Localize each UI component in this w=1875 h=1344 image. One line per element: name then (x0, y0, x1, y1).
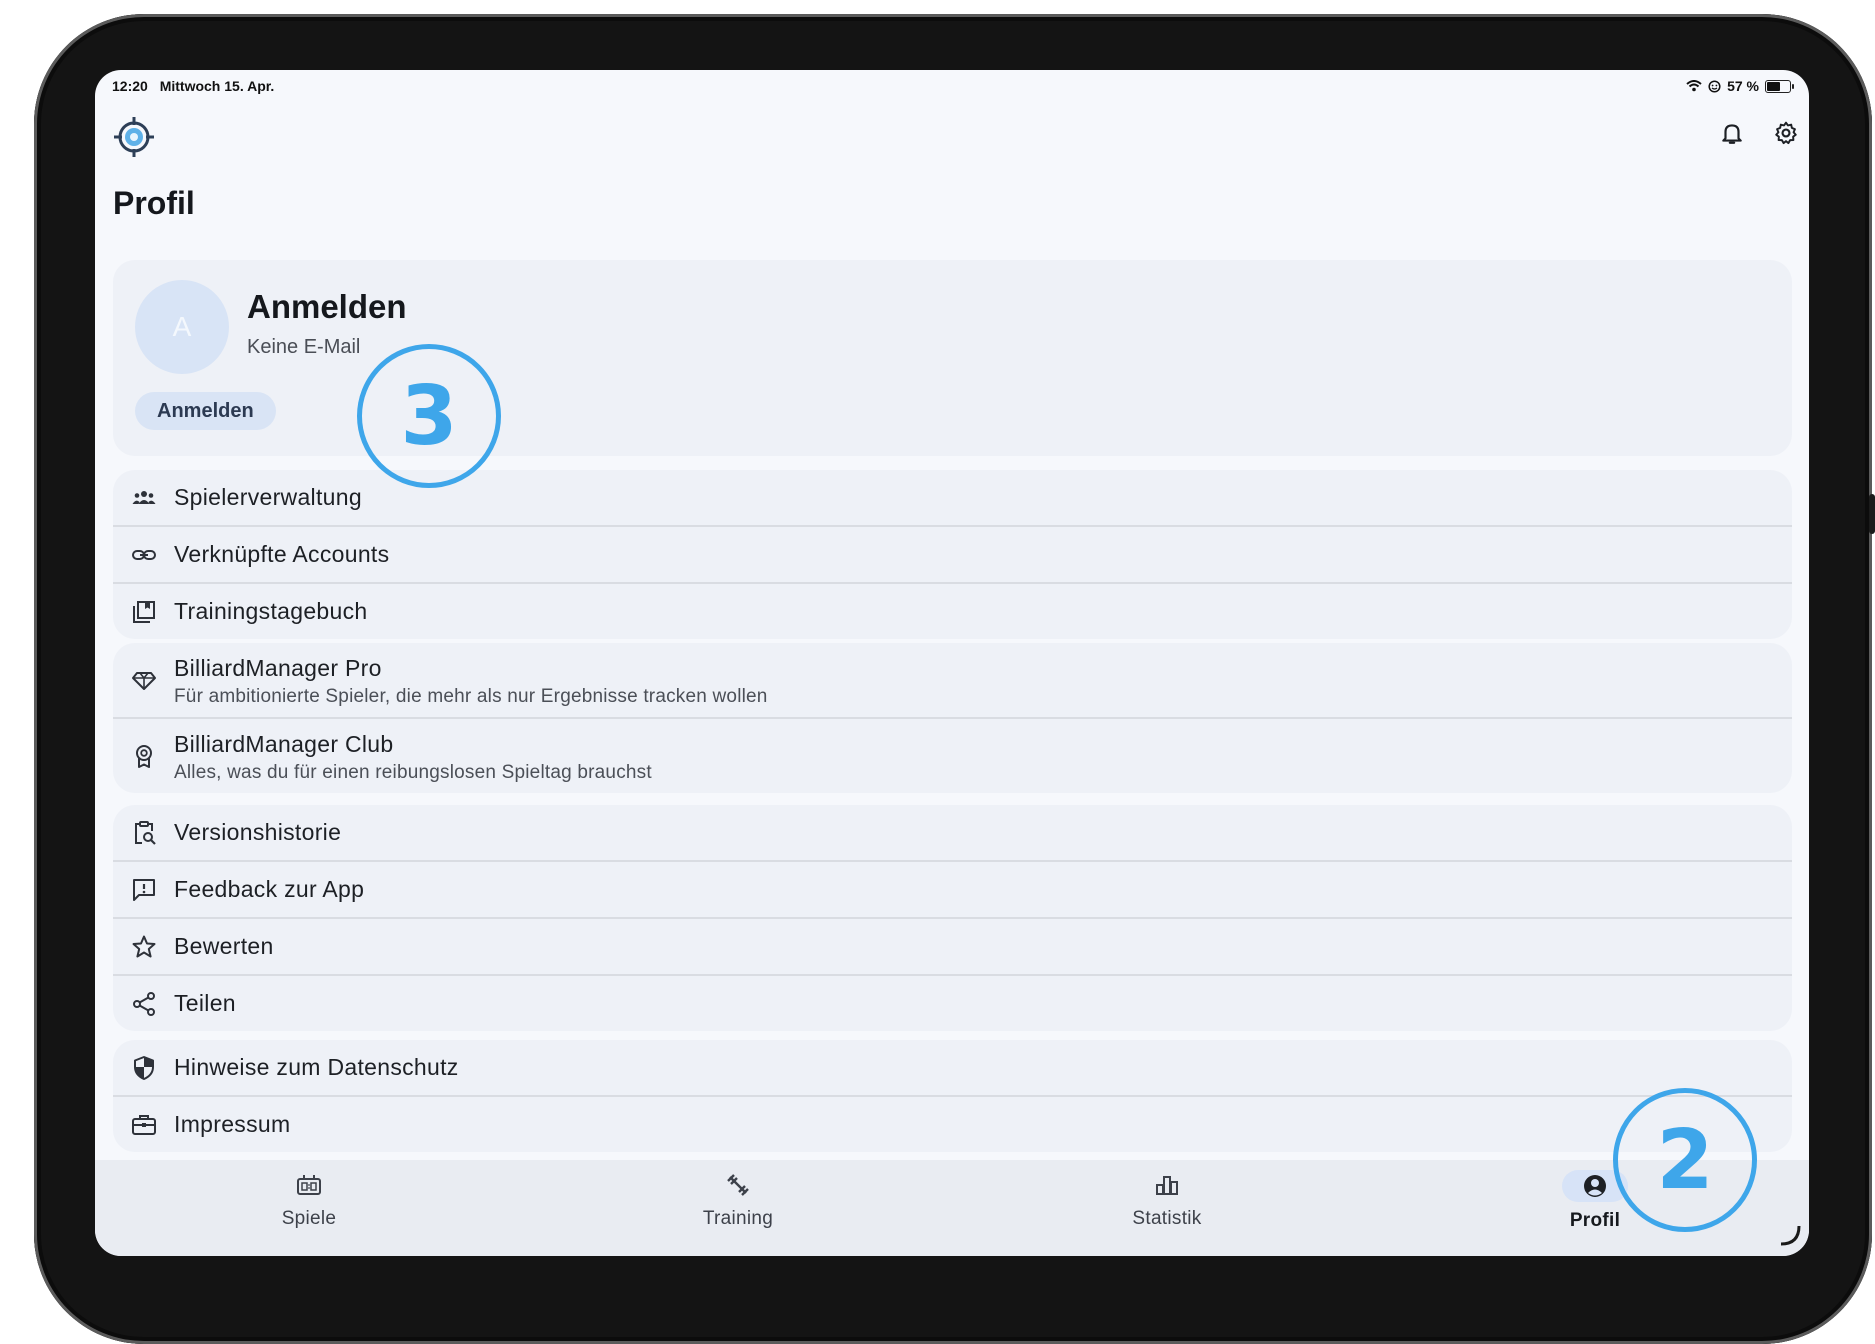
menu-label: BilliardManager Pro (174, 655, 382, 681)
menu-group-app: Versionshistorie Feedback zur App Bewert… (113, 805, 1792, 1031)
menu-label: Bewerten (174, 933, 274, 959)
app-screen: 12:20 Mittwoch 15. Apr. 57 % Profil A An… (95, 70, 1809, 1256)
focus-icon (1708, 79, 1721, 93)
annotation-badge-2: 2 (1613, 1088, 1757, 1232)
menu-label: Impressum (174, 1111, 291, 1137)
status-bar: 12:20 Mittwoch 15. Apr. 57 % (112, 78, 1794, 100)
scoreboard-icon (297, 1175, 321, 1195)
menu-item-billiardmanager-club[interactable]: BilliardManager Club Alles, was du für e… (113, 719, 1792, 793)
link-icon (132, 549, 156, 560)
menu-item-trainingstagebuch[interactable]: Trainingstagebuch (113, 584, 1792, 639)
shield-icon (134, 1055, 154, 1080)
star-icon (132, 935, 156, 957)
menu-label: Versionshistorie (174, 819, 342, 845)
journal-icon (133, 600, 155, 623)
award-icon (136, 745, 152, 768)
menu-group-subscriptions: BilliardManager Pro Für ambitionierte Sp… (113, 643, 1792, 793)
menu-item-teilen[interactable]: Teilen (113, 976, 1792, 1031)
home-indicator-corner (1780, 1225, 1801, 1246)
status-time: 12:20 (112, 78, 148, 94)
profile-name: Anmelden (247, 288, 407, 325)
diamond-icon (132, 672, 156, 690)
page-title: Profil (113, 185, 195, 221)
app-logo-icon[interactable] (112, 115, 156, 159)
menu-label: BilliardManager Club (174, 731, 394, 757)
account-icon (1584, 1175, 1606, 1197)
menu-label: Spielerverwaltung (174, 484, 362, 510)
bell-icon[interactable] (1719, 120, 1745, 146)
history-search-icon (135, 820, 156, 845)
menu-group-legal: Hinweise zum Datenschutz Impressum (113, 1040, 1792, 1152)
tab-label: Statistik (1132, 1208, 1202, 1229)
menu-label: Verknüpfte Accounts (174, 541, 390, 567)
tab-label: Spiele (281, 1208, 337, 1229)
players-icon (132, 490, 156, 504)
feedback-icon (133, 878, 155, 901)
briefcase-icon (132, 1114, 156, 1135)
battery-percent: 57 % (1727, 78, 1759, 94)
battery-icon (1765, 79, 1794, 93)
menu-item-billiardmanager-pro[interactable]: BilliardManager Pro Für ambitionierte Sp… (113, 643, 1792, 719)
status-date: Mittwoch 15. Apr. (159, 78, 275, 94)
annotation-badge-3: 3 (357, 344, 501, 488)
avatar[interactable]: A (135, 280, 229, 374)
tab-label: Training (702, 1208, 774, 1229)
share-icon (133, 991, 155, 1016)
menu-label: Trainingstagebuch (174, 598, 368, 624)
menu-item-bewerten[interactable]: Bewerten (113, 919, 1792, 976)
menu-label: Hinweise zum Datenschutz (174, 1054, 459, 1080)
bar-chart-icon (1156, 1176, 1178, 1195)
menu-item-spielerverwaltung[interactable]: Spielerverwaltung (113, 470, 1792, 527)
wifi-icon (1686, 80, 1702, 92)
tab-statistik[interactable]: Statistik (1107, 1170, 1227, 1230)
training-icon (727, 1174, 749, 1196)
menu-item-verknuepfte-accounts[interactable]: Verknüpfte Accounts (113, 527, 1792, 584)
gear-icon[interactable] (1773, 120, 1799, 146)
menu-item-feedback[interactable]: Feedback zur App (113, 862, 1792, 919)
profile-email: Keine E-Mail (247, 336, 361, 358)
menu-sublabel: Alles, was du für einen reibungslosen Sp… (174, 762, 652, 783)
tab-training[interactable]: Training (678, 1170, 798, 1230)
menu-item-versionshistorie[interactable]: Versionshistorie (113, 805, 1792, 862)
volume-button (1869, 494, 1875, 534)
login-button[interactable]: Anmelden (135, 392, 276, 430)
menu-sublabel: Für ambitionierte Spieler, die mehr als … (174, 686, 768, 707)
bottom-navigation: Spiele Training Statistik Profil (95, 1160, 1809, 1256)
menu-label: Teilen (174, 990, 236, 1016)
menu-label: Feedback zur App (174, 876, 365, 902)
tab-spiele[interactable]: Spiele (249, 1170, 369, 1230)
menu-item-datenschutz[interactable]: Hinweise zum Datenschutz (113, 1040, 1792, 1097)
menu-group-account: Spielerverwaltung Verknüpfte Accounts Tr… (113, 470, 1792, 639)
menu-item-impressum[interactable]: Impressum (113, 1097, 1792, 1152)
